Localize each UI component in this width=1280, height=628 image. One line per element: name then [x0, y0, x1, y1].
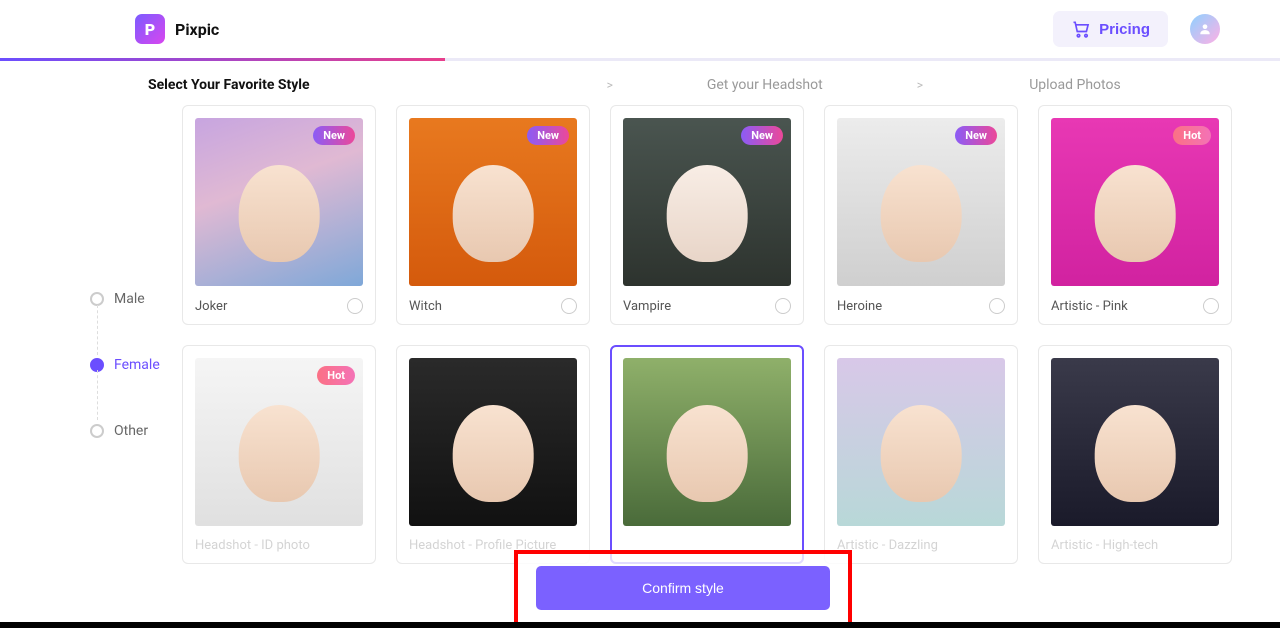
user-icon	[1198, 22, 1212, 36]
gender-option-male[interactable]: Male	[90, 291, 182, 307]
style-card-selected[interactable]	[610, 345, 804, 564]
style-label: Artistic - High-tech	[1051, 538, 1158, 553]
logo[interactable]: P Pixpic	[135, 14, 219, 44]
confirm-highlight-box: Confirm style	[514, 550, 852, 626]
breadcrumb-sep-2: >	[910, 78, 930, 92]
gender-sidebar: Male Female Other	[90, 105, 182, 564]
new-badge: New	[527, 126, 569, 145]
style-label: Witch	[409, 299, 442, 314]
check-icon	[775, 298, 791, 314]
cart-icon	[1071, 19, 1091, 39]
breadcrumb-step-1: Select Your Favorite Style	[148, 77, 310, 93]
new-badge: New	[741, 126, 783, 145]
style-grid: New Joker New Witch New Vampire New Hero…	[182, 105, 1236, 564]
gender-option-female[interactable]: Female	[90, 357, 182, 373]
style-card-artistic-pink[interactable]: Hot Artistic - Pink	[1038, 105, 1232, 325]
style-card-witch[interactable]: New Witch	[396, 105, 590, 325]
logo-text: Pixpic	[175, 20, 219, 39]
hot-badge: Hot	[1173, 126, 1211, 145]
style-label: Headshot - ID photo	[195, 538, 310, 553]
breadcrumb-sep-1: >	[600, 78, 620, 92]
style-card-dazzling[interactable]: Artistic - Dazzling	[824, 345, 1018, 564]
style-label: Joker	[195, 299, 227, 314]
hot-badge: Hot	[317, 366, 355, 385]
style-card-vampire[interactable]: New Vampire	[610, 105, 804, 325]
style-label: Heroine	[837, 299, 882, 314]
new-badge: New	[313, 126, 355, 145]
style-card-joker[interactable]: New Joker	[182, 105, 376, 325]
breadcrumb: Select Your Favorite Style > Get your He…	[0, 61, 1280, 105]
confirm-style-button[interactable]: Confirm style	[536, 566, 830, 610]
progress-bar	[0, 58, 1280, 61]
pricing-button[interactable]: Pricing	[1053, 11, 1168, 47]
progress-fill	[0, 58, 445, 61]
pricing-label: Pricing	[1099, 21, 1150, 38]
check-icon	[347, 298, 363, 314]
style-label: Artistic - Dazzling	[837, 538, 938, 553]
gender-label: Female	[114, 357, 160, 373]
check-icon	[989, 298, 1005, 314]
breadcrumb-step-2: Get your Headshot	[620, 77, 910, 93]
header-actions: Pricing	[1053, 11, 1220, 47]
gender-label: Other	[114, 423, 148, 439]
style-card-profile-picture[interactable]: Headshot - Profile Picture	[396, 345, 590, 564]
gender-option-other[interactable]: Other	[90, 423, 182, 439]
style-label: Vampire	[623, 299, 671, 314]
style-card-heroine[interactable]: New Heroine	[824, 105, 1018, 325]
style-card-id-photo[interactable]: Hot Headshot - ID photo	[182, 345, 376, 564]
new-badge: New	[955, 126, 997, 145]
app-header: P Pixpic Pricing	[0, 0, 1280, 58]
bottom-border	[0, 622, 1280, 628]
user-avatar[interactable]	[1190, 14, 1220, 44]
breadcrumb-step-3: Upload Photos	[930, 77, 1220, 93]
check-icon	[1203, 298, 1219, 314]
check-icon	[561, 298, 577, 314]
style-card-high-tech[interactable]: Artistic - High-tech	[1038, 345, 1232, 564]
style-label: Artistic - Pink	[1051, 299, 1128, 314]
logo-icon: P	[135, 14, 165, 44]
radio-icon	[90, 292, 104, 306]
gender-label: Male	[114, 291, 145, 307]
